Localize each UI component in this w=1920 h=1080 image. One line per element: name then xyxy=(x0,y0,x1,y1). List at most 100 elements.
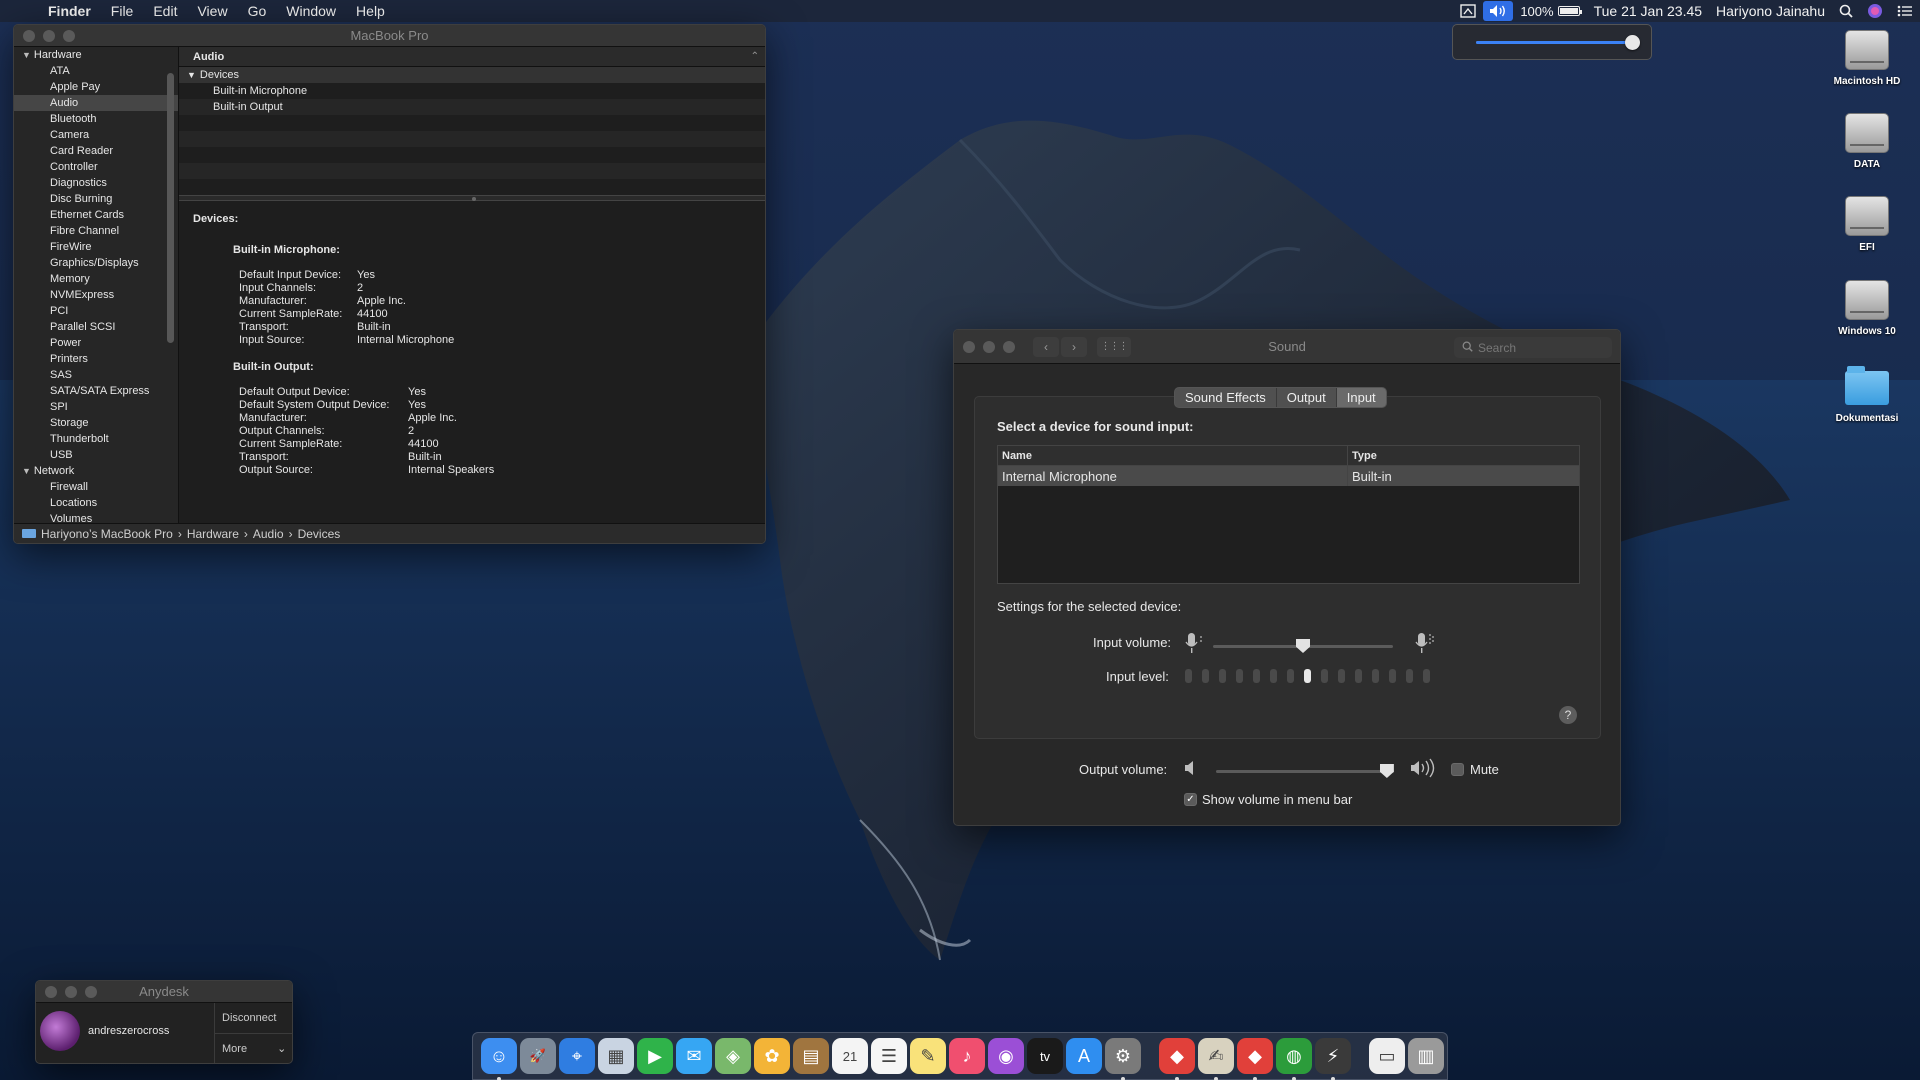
input-volume-thumb[interactable] xyxy=(1296,639,1310,653)
path-item[interactable]: Audio xyxy=(253,527,284,541)
desktop-icon-macintosh-hd[interactable]: Macintosh HD xyxy=(1819,30,1915,87)
sidebar-item-storage[interactable]: Storage xyxy=(14,415,178,431)
sidebar-item-sata-sata-express[interactable]: SATA/SATA Express xyxy=(14,383,178,399)
close-button[interactable] xyxy=(963,340,975,353)
sidebar-item-ata[interactable]: ATA xyxy=(14,63,178,79)
back-button[interactable]: ‹ xyxy=(1033,336,1059,357)
system-information-icon[interactable]: ⚡ xyxy=(1315,1038,1351,1080)
menu-edit[interactable]: Edit xyxy=(143,3,187,19)
disconnect-button[interactable]: Disconnect xyxy=(214,1003,292,1033)
window-titlebar[interactable]: ‹ › ⋮⋮⋮ Sound Search xyxy=(954,330,1620,364)
sidebar-item-power[interactable]: Power xyxy=(14,335,178,351)
clock[interactable]: Tue 21 Jan 23.45 xyxy=(1587,0,1709,22)
podcasts-icon[interactable]: ◉ xyxy=(988,1038,1024,1074)
zoom-button[interactable] xyxy=(1003,340,1015,353)
tab-output[interactable]: Output xyxy=(1277,388,1337,407)
volume-popup-knob[interactable] xyxy=(1625,35,1641,50)
volume-menu-icon[interactable] xyxy=(1483,1,1514,21)
search-input[interactable]: Search xyxy=(1454,337,1612,358)
sidebar-item-sas[interactable]: SAS xyxy=(14,367,178,383)
zoom-button[interactable] xyxy=(85,985,97,998)
preview-icon[interactable]: ▦ xyxy=(598,1038,634,1074)
app-store-icon[interactable]: A xyxy=(1066,1038,1102,1074)
menu-file[interactable]: File xyxy=(101,3,144,19)
system-preferences-icon[interactable]: ⚙ xyxy=(1105,1038,1141,1080)
sidebar-item-firewall[interactable]: Firewall xyxy=(14,479,178,495)
sidebar-scrollbar[interactable] xyxy=(167,73,174,343)
script-editor-icon[interactable]: ✍ xyxy=(1198,1038,1234,1080)
table-row[interactable]: Built-in Microphone xyxy=(179,83,765,99)
show-all-button[interactable]: ⋮⋮⋮ xyxy=(1097,336,1131,357)
sidebar-item-parallel-scsi[interactable]: Parallel SCSI xyxy=(14,319,178,335)
close-button[interactable] xyxy=(45,985,57,998)
minimize-button[interactable] xyxy=(43,29,55,42)
output-volume-thumb[interactable] xyxy=(1379,764,1394,778)
desktop-icon-dokumentasi[interactable]: Dokumentasi xyxy=(1819,365,1915,424)
show-volume-checkbox[interactable]: ✓ xyxy=(1184,793,1197,806)
sidebar-item-firewire[interactable]: FireWire xyxy=(14,239,178,255)
sidebar-item-spi[interactable]: SPI xyxy=(14,399,178,415)
split-view-divider[interactable] xyxy=(179,195,765,201)
user-menu[interactable]: Hariyono Jainahu xyxy=(1709,0,1832,22)
sidebar-item-thunderbolt[interactable]: Thunderbolt xyxy=(14,431,178,447)
path-item[interactable]: Devices xyxy=(298,527,341,541)
desktop-icon-data[interactable]: DATA xyxy=(1819,113,1915,170)
window-titlebar[interactable]: MacBook Pro xyxy=(14,25,765,47)
sidebar-group-hardware[interactable]: ▼ Hardware xyxy=(14,47,178,63)
sidebar-item-nvmexpress[interactable]: NVMExpress xyxy=(14,287,178,303)
tab-input[interactable]: Input xyxy=(1336,388,1386,407)
desktop-icon-efi[interactable]: EFI xyxy=(1819,196,1915,253)
anydesk-icon[interactable]: ◆ xyxy=(1159,1038,1195,1080)
disclosure-triangle-icon[interactable]: ▼ xyxy=(22,50,31,60)
sidebar-item-diagnostics[interactable]: Diagnostics xyxy=(14,175,178,191)
sidebar-item-audio[interactable]: Audio xyxy=(14,95,178,111)
disclosure-triangle-icon[interactable]: ▼ xyxy=(22,466,31,476)
calendar-icon[interactable]: 21 xyxy=(832,1038,868,1074)
column-header-name[interactable]: Name xyxy=(998,446,1348,465)
tab-sound-effects[interactable]: Sound Effects xyxy=(1175,388,1277,407)
path-item[interactable]: Hariyono’s MacBook Pro xyxy=(41,527,173,541)
zoom-button[interactable] xyxy=(63,29,75,42)
disclosure-triangle-icon[interactable]: ▼ xyxy=(187,70,196,80)
sidebar-item-usb[interactable]: USB xyxy=(14,447,178,463)
table-row-devices[interactable]: ▼ Devices xyxy=(179,67,765,83)
minimize-button[interactable] xyxy=(983,340,995,353)
input-volume-slider[interactable] xyxy=(1213,639,1393,653)
minimize-button[interactable] xyxy=(65,985,77,998)
sort-chevron-icon[interactable]: ⌃ xyxy=(751,51,759,62)
notes-icon[interactable]: ✎ xyxy=(910,1038,946,1074)
maps-icon[interactable]: ◈ xyxy=(715,1038,751,1074)
facetime-icon[interactable]: ▶ xyxy=(637,1038,673,1074)
messages-icon[interactable]: ✉ xyxy=(676,1038,712,1074)
sidebar-item-camera[interactable]: Camera xyxy=(14,127,178,143)
globe-icon[interactable]: ◍ xyxy=(1276,1038,1312,1080)
siri-icon[interactable] xyxy=(1860,0,1890,22)
safari-icon[interactable]: ⌖ xyxy=(559,1038,595,1074)
window-titlebar[interactable]: Anydesk xyxy=(36,981,292,1003)
help-button[interactable]: ? xyxy=(1559,706,1577,724)
column-header-type[interactable]: Type xyxy=(1348,450,1377,462)
mute-checkbox[interactable] xyxy=(1451,763,1464,776)
sidebar-item-disc-burning[interactable]: Disc Burning xyxy=(14,191,178,207)
desktop-icon-windows-10[interactable]: Windows 10 xyxy=(1819,280,1915,337)
finder-icon[interactable]: ☺ xyxy=(481,1038,517,1080)
battery-status[interactable]: 100% xyxy=(1513,0,1586,22)
more-button[interactable]: More ⌄ xyxy=(214,1033,292,1063)
close-button[interactable] xyxy=(23,29,35,42)
sidebar-item-memory[interactable]: Memory xyxy=(14,271,178,287)
music-icon[interactable]: ♪ xyxy=(949,1038,985,1074)
sidebar-item-locations[interactable]: Locations xyxy=(14,495,178,511)
sidebar-item-fibre-channel[interactable]: Fibre Channel xyxy=(14,223,178,239)
sidebar-group-network[interactable]: ▼ Network xyxy=(14,463,178,479)
menu-help[interactable]: Help xyxy=(346,3,395,19)
sidebar-item-card-reader[interactable]: Card Reader xyxy=(14,143,178,159)
documents-icon[interactable]: ▭ xyxy=(1369,1038,1405,1074)
menu-finder[interactable]: Finder xyxy=(38,3,101,19)
path-item[interactable]: Hardware xyxy=(187,527,239,541)
photos-icon[interactable]: ✿ xyxy=(754,1038,790,1074)
tv-icon[interactable]: tv xyxy=(1027,1038,1063,1074)
sidebar-item-volumes[interactable]: Volumes xyxy=(14,511,178,523)
sidebar-item-graphics-displays[interactable]: Graphics/Displays xyxy=(14,255,178,271)
notes-book-icon[interactable]: ▤ xyxy=(793,1038,829,1074)
spotlight-search-icon[interactable] xyxy=(1832,0,1860,22)
